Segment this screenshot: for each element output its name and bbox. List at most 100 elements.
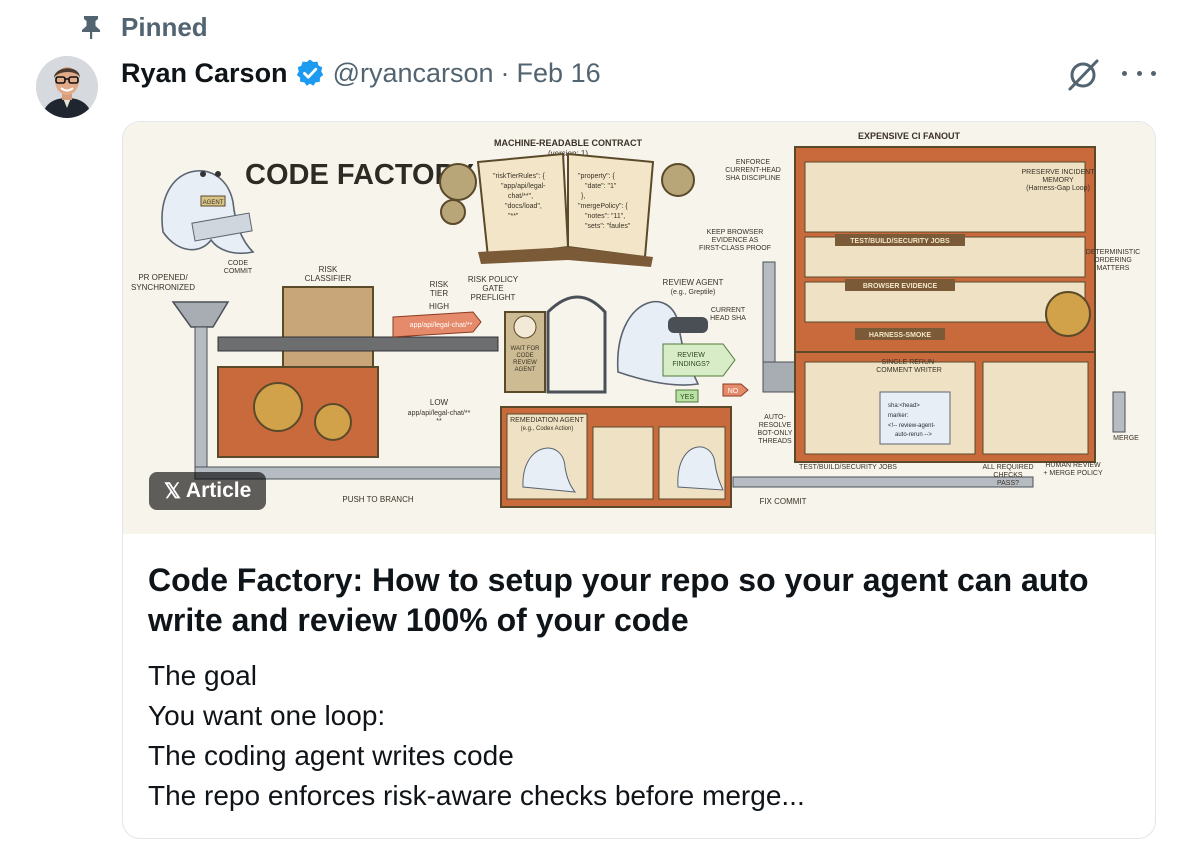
svg-text:CHECKS: CHECKS [993, 472, 1023, 479]
svg-text:HARNESS-SMOKE: HARNESS-SMOKE [869, 332, 932, 339]
svg-text:TEST/BUILD/SECURITY JOBS: TEST/BUILD/SECURITY JOBS [850, 238, 950, 245]
svg-text:MACHINE-READABLE CONTRACT: MACHINE-READABLE CONTRACT [494, 138, 642, 148]
author-name[interactable]: Ryan Carson [121, 58, 288, 89]
svg-text:MEMORY: MEMORY [1042, 177, 1074, 184]
svg-text:HEAD SHA: HEAD SHA [710, 315, 746, 322]
grok-icon[interactable] [1066, 56, 1102, 92]
article-title[interactable]: Code Factory: How to setup your repo so … [148, 560, 1138, 640]
svg-text:COMMIT: COMMIT [224, 268, 253, 275]
excerpt-line: The goal [148, 660, 257, 691]
svg-text:REMEDIATION AGENT: REMEDIATION AGENT [510, 417, 584, 424]
article-card[interactable]: AGENT CODE FACTORY MACHINE-READABLE CONT… [122, 121, 1156, 839]
svg-text:TIER: TIER [430, 289, 448, 298]
svg-text:"docs/load",: "docs/load", [505, 203, 542, 210]
svg-text:BOT-ONLY: BOT-ONLY [758, 430, 793, 437]
article-cover-image[interactable]: AGENT CODE FACTORY MACHINE-READABLE CONT… [123, 122, 1155, 534]
svg-text:"riskTierRules": {: "riskTierRules": { [493, 173, 545, 180]
svg-text:"date": "1": "date": "1" [585, 183, 617, 190]
svg-text:auto-rerun -->: auto-rerun --> [895, 432, 932, 438]
svg-text:CODE: CODE [228, 260, 249, 267]
pin-icon [80, 14, 102, 40]
svg-text:REVIEW: REVIEW [677, 352, 705, 359]
avatar[interactable] [36, 56, 98, 118]
article-badge: 𝕏 Article [149, 472, 267, 510]
svg-text:REVIEW AGENT: REVIEW AGENT [663, 278, 724, 287]
svg-text:"mergePolicy": {: "mergePolicy": { [578, 203, 628, 210]
svg-text:sha:<head>: sha:<head> [888, 403, 920, 409]
svg-text:AUTO-: AUTO- [764, 414, 786, 421]
svg-text:ENFORCE: ENFORCE [736, 159, 771, 166]
x-logo-icon: 𝕏 [164, 479, 181, 503]
svg-text:YES: YES [680, 394, 694, 401]
svg-text:FIX COMMIT: FIX COMMIT [759, 497, 806, 506]
svg-text:CURRENT: CURRENT [711, 307, 746, 314]
svg-text:SINGLE RERUN-: SINGLE RERUN- [882, 359, 938, 366]
author-handle[interactable]: @ryancarson [333, 58, 494, 89]
svg-text:MATTERS: MATTERS [1097, 265, 1130, 272]
svg-text:RISK POLICY: RISK POLICY [468, 275, 519, 284]
article-badge-label: Article [185, 479, 252, 502]
svg-text:LOW: LOW [430, 398, 449, 407]
svg-text:KEEP BROWSER: KEEP BROWSER [707, 229, 764, 236]
svg-text:PUSH TO BRANCH: PUSH TO BRANCH [342, 495, 413, 504]
svg-text:NO: NO [728, 388, 739, 395]
tweet-header: Ryan Carson @ryancarson · Feb 16 [121, 55, 601, 91]
excerpt-line: The coding agent writes code [148, 740, 514, 771]
svg-text:HIGH: HIGH [429, 302, 449, 311]
svg-text:FIRST-CLASS PROOF: FIRST-CLASS PROOF [699, 245, 771, 252]
svg-text:ORDERING: ORDERING [1094, 257, 1132, 264]
pinned-indicator: Pinned [80, 12, 208, 42]
svg-text:"property": {: "property": { [578, 173, 616, 180]
svg-text:RESOLVE: RESOLVE [759, 422, 792, 429]
svg-text:(e.g., Codex Action): (e.g., Codex Action) [521, 426, 574, 432]
svg-text:RISK: RISK [319, 265, 338, 274]
svg-text:AGENT: AGENT [203, 200, 224, 206]
svg-text:chat/**",: chat/**", [508, 193, 533, 200]
svg-text:"app/api/legal-: "app/api/legal- [501, 183, 546, 190]
separator-dot: · [500, 57, 510, 88]
tweet-date[interactable]: Feb 16 [517, 58, 601, 89]
svg-text:CODE: CODE [516, 353, 533, 359]
svg-text:CURRENT-HEAD: CURRENT-HEAD [725, 167, 781, 174]
svg-text:ALL REQUIRED: ALL REQUIRED [982, 464, 1033, 471]
svg-text:HUMAN REVIEW: HUMAN REVIEW [1045, 462, 1101, 469]
excerpt-line: The repo enforces risk-aware checks befo… [148, 780, 805, 811]
pinned-label: Pinned [121, 12, 208, 42]
svg-text:"**": "**" [508, 213, 519, 220]
svg-text:PREFLIGHT: PREFLIGHT [471, 293, 516, 302]
svg-text:marker:: marker: [888, 413, 909, 419]
svg-text:AGENT: AGENT [515, 367, 536, 373]
svg-text:PRESERVE INCIDENT: PRESERVE INCIDENT [1022, 169, 1096, 176]
svg-text:REVIEW: REVIEW [513, 360, 537, 366]
svg-text:SYNCHRONIZED: SYNCHRONIZED [131, 283, 195, 292]
svg-text:FINDINGS?: FINDINGS? [672, 361, 709, 368]
svg-text:WAIT FOR: WAIT FOR [511, 346, 541, 352]
svg-text:+ MERGE POLICY: + MERGE POLICY [1043, 470, 1103, 477]
svg-text:app/api/legal-chat/**: app/api/legal-chat/** [408, 410, 471, 417]
excerpt-line: You want one loop: [148, 700, 386, 731]
verified-badge-icon[interactable] [295, 58, 325, 88]
svg-text:PASS?: PASS? [997, 480, 1019, 487]
svg-text:TEST/BUILD/SECURITY JOBS: TEST/BUILD/SECURITY JOBS [799, 464, 897, 471]
svg-text:COMMENT WRITER: COMMENT WRITER [876, 367, 942, 374]
svg-text:PR OPENED/: PR OPENED/ [138, 273, 188, 282]
svg-text:CLASSIFIER: CLASSIFIER [305, 274, 352, 283]
svg-text:GATE: GATE [482, 284, 503, 293]
svg-text:"notes": "11",: "notes": "11", [585, 213, 625, 220]
svg-text:},: }, [581, 193, 585, 200]
svg-text:"sets": "faules": "sets": "faules" [585, 223, 631, 230]
more-options-icon[interactable] [1122, 64, 1156, 82]
svg-text:EXPENSIVE CI FANOUT: EXPENSIVE CI FANOUT [858, 131, 961, 141]
svg-text:DETERMINISTIC: DETERMINISTIC [1086, 249, 1140, 256]
svg-text:(e.g., Greptile): (e.g., Greptile) [671, 289, 716, 296]
svg-text:(Harness-Gap Loop): (Harness-Gap Loop) [1026, 185, 1090, 192]
svg-text:BROWSER EVIDENCE: BROWSER EVIDENCE [863, 283, 938, 290]
svg-text:MERGE: MERGE [1113, 435, 1139, 442]
svg-text:RISK: RISK [430, 280, 449, 289]
svg-text:THREADS: THREADS [758, 438, 792, 445]
svg-text:**: ** [436, 418, 442, 425]
svg-text:app/api/legal-chat/**: app/api/legal-chat/** [410, 322, 473, 329]
article-excerpt[interactable]: The goal You want one loop: The coding a… [148, 656, 1138, 816]
svg-text:<!-- review-agent-: <!-- review-agent- [888, 423, 935, 429]
svg-text:SHA DISCIPLINE: SHA DISCIPLINE [726, 175, 781, 182]
